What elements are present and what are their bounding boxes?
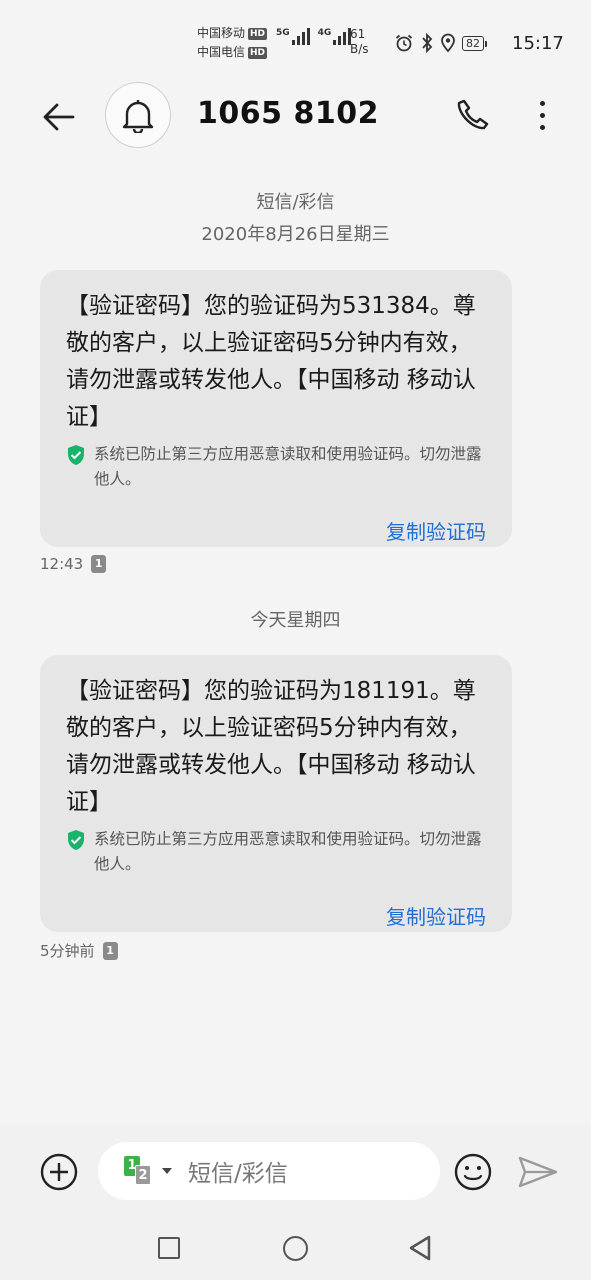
date-divider-1: 2020年8月26日星期三 [201, 224, 390, 245]
message-time: 5分钟前 [40, 942, 95, 960]
system-icons: 82 [394, 33, 487, 53]
sim-selector[interactable]: 1 2 [124, 1156, 172, 1186]
sim-2-label: 2 [135, 1165, 151, 1185]
back-button[interactable] [36, 94, 82, 140]
message-time: 12:43 [40, 555, 84, 573]
security-note: 系统已防止第三方应用恶意读取和使用验证码。切勿泄露他人。 [66, 442, 486, 492]
status-bar: 中国移动 HD 中国电信 HD 5G 4G 61 B/s 82 15:17 [0, 0, 591, 80]
message-timestamp: 12:43 1 [40, 555, 107, 573]
hd-badge-2: HD [248, 46, 268, 59]
chevron-down-icon [162, 1168, 172, 1174]
emoji-button[interactable] [453, 1152, 493, 1192]
thread-type-label: 短信/彩信 [256, 192, 335, 213]
network-speed-unit: B/s [350, 42, 369, 56]
arrow-left-icon [43, 103, 75, 131]
shield-icon [68, 830, 84, 850]
add-attachment-button[interactable] [39, 1152, 79, 1192]
message-composer: 1 2 短信/彩信 [0, 1124, 591, 1220]
copy-code-button[interactable]: 复制验证码 [66, 516, 486, 570]
dual-sim-icon: 1 2 [124, 1156, 156, 1186]
emoji-icon [454, 1153, 492, 1191]
location-icon [441, 33, 455, 53]
security-note: 系统已防止第三方应用恶意读取和使用验证码。切勿泄露他人。 [66, 827, 486, 877]
message-input[interactable]: 1 2 短信/彩信 [98, 1142, 440, 1200]
sms-conversation-screen: 中国移动 HD 中国电信 HD 5G 4G 61 B/s 82 15:17 10… [0, 0, 591, 1280]
contact-title: 1065 8102 [197, 96, 379, 131]
conversation-header: 1065 8102 [0, 80, 591, 152]
security-note-text: 系统已防止第三方应用恶意读取和使用验证码。切勿泄露他人。 [94, 830, 482, 873]
network-speed-value: 61 [350, 27, 366, 41]
carrier-1-label: 中国移动 [197, 26, 246, 40]
nav-back-icon[interactable] [408, 1235, 432, 1261]
message-bubble[interactable]: 【验证密码】您的验证码为531384。尊敬的客户，以上验证密码5分钟内有效，请勿… [40, 270, 512, 547]
system-navigation-bar [0, 1220, 591, 1280]
status-time: 15:17 [512, 33, 564, 54]
shield-icon [68, 445, 84, 465]
message-input-placeholder: 短信/彩信 [188, 1161, 288, 1187]
carrier-2-label: 中国电信 [197, 45, 246, 59]
bell-icon [122, 100, 154, 133]
contact-avatar[interactable] [105, 82, 171, 148]
sim-badge: 1 [91, 555, 107, 573]
send-icon [518, 1156, 558, 1188]
hd-badge-1: HD [248, 27, 268, 40]
security-note-text: 系统已防止第三方应用恶意读取和使用验证码。切勿泄露他人。 [94, 445, 482, 488]
phone-icon [457, 99, 489, 130]
alarm-icon [395, 34, 413, 52]
sim-badge: 1 [102, 941, 118, 960]
recent-apps-button[interactable] [158, 1237, 180, 1259]
message-text: 【验证密码】您的验证码为181191。尊敬的客户，以上验证密码5分钟内有效，请勿… [66, 678, 476, 815]
more-options-button[interactable] [524, 94, 560, 136]
signal-5g-icon: 5G [276, 28, 310, 45]
carrier-info: 中国移动 HD 中国电信 HD [197, 24, 268, 62]
add-circle-icon [40, 1153, 78, 1191]
message-timestamp: 5分钟前 1 [40, 940, 118, 961]
message-bubble[interactable]: 【验证密码】您的验证码为181191。尊敬的客户，以上验证密码5分钟内有效，请勿… [40, 655, 512, 932]
message-text: 【验证密码】您的验证码为531384。尊敬的客户，以上验证密码5分钟内有效，请勿… [66, 293, 476, 430]
copy-code-button[interactable]: 复制验证码 [66, 901, 486, 955]
more-vertical-icon [539, 100, 545, 106]
battery-indicator: 82 [462, 35, 487, 51]
bluetooth-icon [422, 33, 433, 53]
send-button[interactable] [517, 1154, 559, 1190]
network-speed: 61 B/s [350, 27, 369, 57]
home-button[interactable] [283, 1236, 308, 1261]
signal-indicators: 5G 4G [276, 28, 352, 45]
call-button[interactable] [452, 94, 494, 136]
date-divider-2: 今天星期四 [250, 610, 341, 631]
signal-4g-icon: 4G [318, 28, 352, 45]
